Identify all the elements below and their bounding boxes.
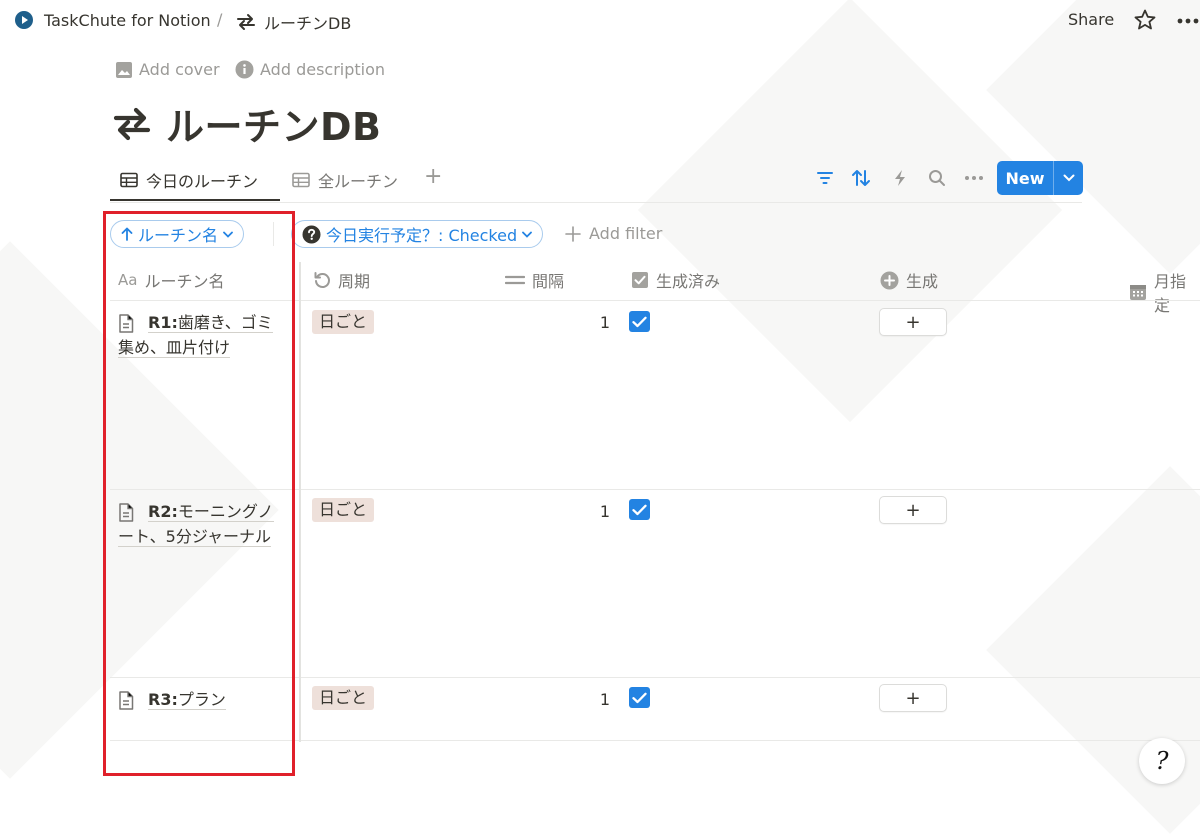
help-button[interactable]: ? (1139, 738, 1185, 784)
generated-checkbox[interactable] (629, 311, 650, 332)
automation-icon[interactable] (888, 166, 912, 190)
star-icon[interactable] (1133, 8, 1157, 32)
column-header-label: 周期 (338, 272, 371, 291)
cycle-tag[interactable]: 日ごと (312, 498, 375, 522)
filter-icon[interactable] (813, 166, 837, 190)
sync-arrows-icon (112, 106, 152, 142)
share-button[interactable]: Share (1068, 10, 1114, 29)
sync-arrows-icon (236, 13, 256, 31)
column-header-label: 間隔 (532, 272, 565, 291)
sort-icon[interactable] (849, 166, 873, 190)
column-header-month[interactable]: 月指定 (1129, 268, 1200, 316)
add-description-label: Add description (260, 60, 386, 79)
calendar-icon (1129, 283, 1147, 301)
active-tab-indicator (110, 199, 280, 201)
breadcrumb-workspace[interactable]: TaskChute for Notion (14, 10, 211, 30)
interval-value[interactable]: 1 (590, 502, 610, 521)
add-filter-button[interactable]: Add filter (565, 224, 662, 243)
new-button-label: New (1005, 168, 1045, 188)
add-filter-label: Add filter (589, 224, 663, 243)
more-horizontal-icon[interactable] (1177, 18, 1199, 24)
generate-button[interactable]: + (879, 684, 947, 712)
column-header-label: 生成済み (656, 272, 721, 291)
chevron-down-icon (522, 231, 533, 238)
breadcrumb-separator: / (217, 10, 223, 29)
interval-value[interactable]: 1 (590, 313, 610, 332)
breadcrumb-page-label: ルーチンDB (264, 14, 352, 33)
info-icon (235, 60, 254, 79)
generated-checkbox[interactable] (629, 499, 650, 520)
taskchute-logo-icon (14, 10, 34, 30)
generated-checkbox[interactable] (629, 687, 650, 708)
table-icon (120, 172, 138, 188)
tab-all-routines[interactable]: 全ルーチン (292, 168, 398, 192)
column-header-interval[interactable]: 間隔 (505, 268, 564, 292)
plus-icon (565, 225, 581, 242)
frozen-column-divider[interactable] (299, 262, 301, 742)
cycle-icon (313, 271, 331, 289)
column-header-generate[interactable]: 生成 (880, 268, 938, 292)
column-header-cycle[interactable]: 周期 (313, 268, 370, 292)
new-button[interactable]: New (997, 161, 1083, 195)
background-shape (637, 0, 1063, 423)
add-cover-label: Add cover (139, 60, 220, 79)
search-icon[interactable] (925, 166, 949, 190)
breadcrumb-page[interactable]: ルーチンDB (236, 10, 351, 34)
generate-button[interactable]: + (879, 308, 947, 336)
checkbox-icon (631, 271, 649, 289)
interval-value[interactable]: 1 (590, 690, 610, 709)
generate-button[interactable]: + (879, 496, 947, 524)
tab-label: 今日のルーチン (146, 172, 259, 191)
top-bar: TaskChute for Notion / ルーチンDB Share (0, 0, 1200, 40)
tab-label: 全ルーチン (318, 172, 399, 191)
highlight-box (103, 211, 295, 776)
add-description-button[interactable]: Add description (235, 60, 385, 79)
add-cover-button[interactable]: Add cover (115, 60, 220, 79)
equals-icon (505, 274, 525, 286)
button-plus-icon (880, 271, 899, 290)
page-title[interactable]: ルーチンDB (112, 96, 382, 151)
filter-chip-label: 今日実行予定？: Checked (326, 226, 518, 245)
question-circle-icon (302, 225, 321, 244)
tabs-divider (110, 202, 1082, 203)
cycle-tag[interactable]: 日ごと (312, 686, 375, 710)
image-icon (115, 61, 133, 79)
add-view-button[interactable]: + (424, 164, 442, 189)
cycle-tag[interactable]: 日ごと (312, 310, 375, 334)
column-header-generated[interactable]: 生成済み (631, 268, 720, 292)
column-header-label: 月指定 (1154, 272, 1187, 315)
breadcrumb-workspace-label: TaskChute for Notion (44, 10, 211, 30)
table-icon (292, 172, 310, 188)
chevron-down-icon[interactable] (1054, 174, 1083, 182)
tab-today-routines[interactable]: 今日のルーチン (120, 168, 258, 192)
column-header-label: 生成 (906, 272, 939, 291)
page-title-text: ルーチンDB (166, 105, 382, 149)
filter-chip[interactable]: 今日実行予定？: Checked (291, 220, 544, 248)
more-icon[interactable] (962, 166, 986, 190)
